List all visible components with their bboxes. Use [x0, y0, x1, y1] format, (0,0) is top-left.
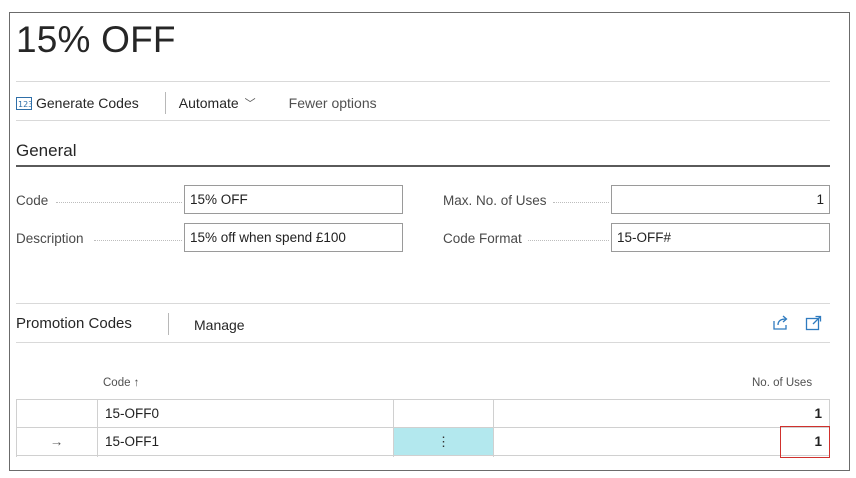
page-title: 15% OFF — [16, 19, 176, 60]
promotion-codes-title[interactable]: Promotion Codes — [16, 315, 132, 332]
chevron-down-icon: ﹀ — [244, 98, 256, 110]
actionbar-divider — [16, 120, 830, 121]
general-section-title[interactable]: General — [16, 141, 76, 161]
generate-codes-button[interactable]: 123 Generate Codes — [16, 95, 139, 111]
max-uses-field[interactable]: 1 — [611, 185, 830, 214]
generate-codes-label: Generate Codes — [36, 95, 139, 111]
code-field[interactable]: 15% OFF — [184, 185, 403, 214]
promo-separator — [168, 313, 169, 335]
column-header-no-of-uses[interactable]: No. of Uses — [752, 377, 812, 389]
title-divider — [16, 81, 830, 82]
fewer-options-label: Fewer options — [288, 95, 377, 111]
column-header-code[interactable]: Code ↑ — [103, 377, 139, 389]
uses-cell[interactable]: 1 — [494, 400, 830, 427]
action-separator — [164, 92, 166, 114]
description-leader-dots — [94, 240, 182, 242]
automate-menu[interactable]: Automate ﹀ — [179, 95, 256, 111]
table-row[interactable]: 15-OFF0 1 — [16, 400, 830, 428]
description-field[interactable]: 15% off when spend £100 — [184, 223, 403, 252]
description-label: Description — [16, 231, 84, 246]
max-uses-leader-dots — [553, 202, 609, 204]
grid-vline — [16, 399, 17, 457]
grid-vline — [97, 399, 98, 457]
code-label: Code — [16, 193, 49, 208]
row-actions-kebab-icon[interactable]: ⋮ — [394, 428, 493, 455]
table-row[interactable]: → 15-OFF1 ⋮ 1 — [16, 428, 830, 456]
current-row-arrow-icon: → — [49, 434, 64, 449]
manage-button[interactable]: Manage — [194, 317, 245, 333]
page-frame: 15% OFF 123 Generate Codes Automate ﹀ Fe… — [9, 12, 850, 471]
code-format-field[interactable]: 15-OFF# — [611, 223, 830, 252]
generate-codes-icon: 123 — [16, 96, 32, 110]
code-cell[interactable]: 15-OFF0 — [105, 400, 395, 427]
svg-text:123: 123 — [18, 100, 32, 109]
expand-icon[interactable] — [805, 315, 823, 331]
code-leader-dots — [56, 202, 182, 204]
promo-top-divider — [16, 303, 830, 304]
action-bar: 123 Generate Codes Automate ﹀ Fewer opti… — [16, 91, 377, 115]
selected-cell-highlight — [780, 426, 830, 458]
grid-vline — [393, 399, 394, 457]
grid-vline — [493, 399, 494, 457]
code-format-leader-dots — [528, 240, 609, 242]
promotion-codes-grid: 15-OFF0 1 → 15-OFF1 ⋮ 1 — [16, 399, 830, 458]
code-format-label: Code Format — [443, 231, 522, 246]
max-uses-label: Max. No. of Uses — [443, 193, 547, 208]
code-cell[interactable]: 15-OFF1 — [105, 428, 395, 455]
share-icon[interactable] — [772, 315, 790, 331]
general-section-underline — [16, 165, 830, 167]
fewer-options-button[interactable]: Fewer options — [289, 95, 377, 111]
automate-label: Automate — [178, 95, 239, 111]
row-marker — [16, 400, 97, 427]
promo-bottom-divider — [16, 342, 830, 343]
